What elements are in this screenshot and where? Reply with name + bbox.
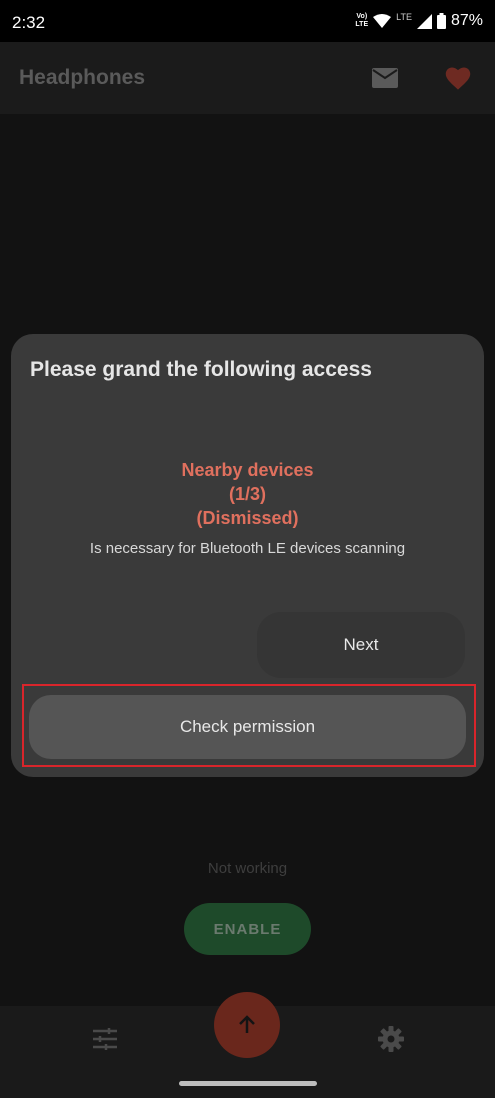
arrow-up-icon [239, 1015, 255, 1033]
mail-icon[interactable] [372, 68, 398, 88]
volte-indicator: Vo) LTE [355, 13, 368, 29]
dialog-title: Please grand the following access [30, 358, 372, 381]
volte-top: Vo) [356, 13, 368, 20]
permission-info: Nearby devices (1/3) (Dismissed) Is nece… [11, 458, 484, 557]
tune-icon[interactable] [93, 1028, 117, 1050]
permission-name: Nearby devices [181, 460, 314, 480]
status-bar: 2:32 Vo) LTE LTE 87% [0, 0, 495, 42]
connection-status-text: Not working [207, 860, 288, 877]
highlight-box [22, 684, 476, 767]
permission-count: (1/3) [228, 484, 266, 504]
connect-fab-button[interactable] [214, 992, 280, 1058]
status-time: 2:32 [12, 13, 46, 32]
permission-description: Is necessary for Bluetooth LE devices sc… [89, 540, 406, 557]
lte-indicator: LTE [396, 12, 412, 22]
app-title: Headphones [19, 66, 146, 89]
battery-percent: 87% [450, 12, 483, 29]
enable-button[interactable]: ENABLE [184, 903, 311, 955]
next-button[interactable]: Next [257, 612, 465, 678]
battery-icon [436, 13, 446, 29]
gesture-nav-handle[interactable] [179, 1081, 317, 1086]
heart-icon[interactable] [444, 65, 472, 91]
signal-icon [416, 13, 432, 29]
volte-bottom: LTE [355, 21, 369, 28]
app-bar: Headphones [0, 42, 495, 114]
permission-status: (Dismissed) [196, 508, 299, 528]
status-icons: Vo) LTE LTE 87% [355, 12, 483, 30]
wifi-icon [373, 13, 392, 28]
gear-icon[interactable] [378, 1026, 404, 1052]
